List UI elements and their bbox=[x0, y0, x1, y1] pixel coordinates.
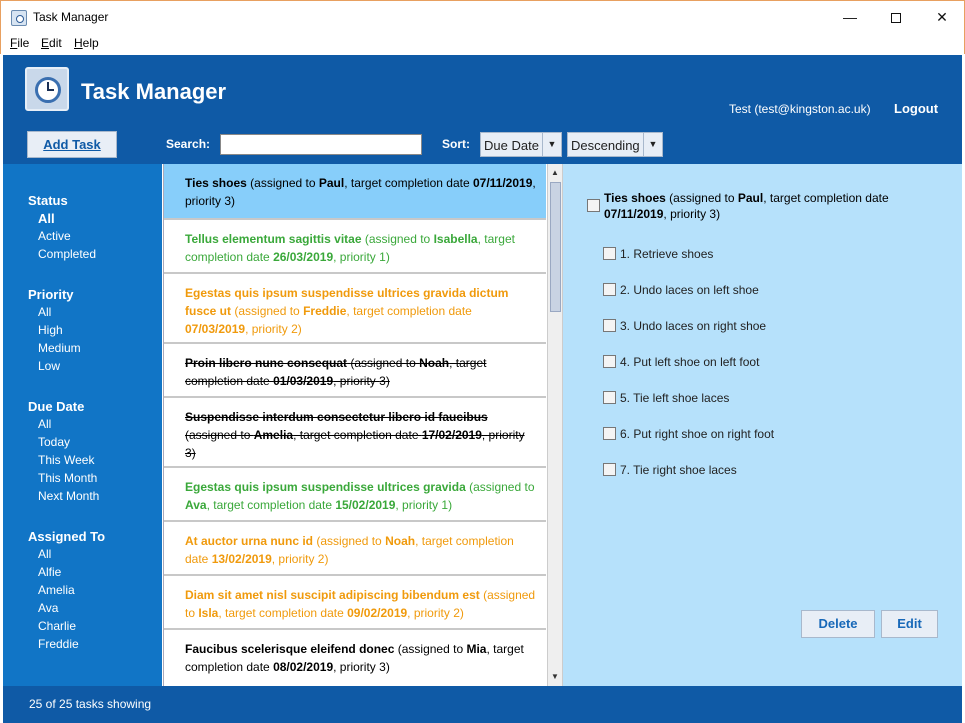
subtask-label: 4. Put left shoe on left foot bbox=[620, 355, 760, 369]
close-button[interactable]: ✕ bbox=[919, 1, 965, 33]
scroll-thumb[interactable] bbox=[550, 182, 561, 312]
subtask-checkbox[interactable] bbox=[603, 463, 616, 476]
chevron-down-icon: ▼ bbox=[643, 133, 662, 156]
sort-label: Sort: bbox=[442, 137, 470, 151]
app-title: Task Manager bbox=[81, 79, 227, 104]
menu-help[interactable]: Help bbox=[74, 36, 99, 50]
filter-due-today[interactable]: Today bbox=[28, 435, 99, 453]
filter-heading: Priority bbox=[28, 287, 74, 302]
app-icon bbox=[11, 10, 27, 26]
scroll-up-icon[interactable]: ▲ bbox=[548, 166, 562, 180]
filter-assignee-freddie[interactable]: Freddie bbox=[28, 637, 105, 655]
scroll-down-icon[interactable]: ▼ bbox=[548, 670, 562, 684]
window-titlebar: Task Manager — ✕ bbox=[0, 0, 965, 32]
edit-button[interactable]: Edit bbox=[881, 610, 938, 638]
task-item[interactable]: Egestas quis ipsum suspendisse ultrices … bbox=[164, 468, 546, 522]
task-item[interactable]: At auctor urna nunc id (assigned to Noah… bbox=[164, 522, 546, 576]
sort-order-select[interactable]: Descending ▼ bbox=[567, 132, 663, 157]
subtask-label: 1. Retrieve shoes bbox=[620, 247, 714, 261]
filter-status: Status All Active Completed bbox=[28, 193, 96, 265]
subtask-label: 3. Undo laces on right shoe bbox=[620, 319, 767, 333]
task-list-scrollbar[interactable]: ▲ ▼ bbox=[547, 164, 563, 686]
subtask-checkbox[interactable] bbox=[603, 391, 616, 404]
subtask-checkbox[interactable] bbox=[603, 355, 616, 368]
filter-priority-all[interactable]: All bbox=[28, 305, 81, 323]
subtask-label: 7. Tie right shoe laces bbox=[620, 463, 737, 477]
subtask-label: 6. Put right shoe on right foot bbox=[620, 427, 775, 441]
task-item[interactable]: Egestas quis ipsum suspendisse ultrices … bbox=[164, 274, 546, 344]
status-bar: 25 of 25 tasks showing bbox=[3, 686, 962, 723]
task-item[interactable]: Proin libero nunc consequat (assigned to… bbox=[164, 344, 546, 398]
sort-field-select[interactable]: Due Date ▼ bbox=[480, 132, 562, 157]
filter-assignee-charlie[interactable]: Charlie bbox=[28, 619, 105, 637]
filter-due-next-month[interactable]: Next Month bbox=[28, 489, 99, 507]
menu-file[interactable]: File bbox=[10, 36, 29, 50]
filter-due-this-month[interactable]: This Month bbox=[28, 471, 99, 489]
filter-heading: Status bbox=[28, 193, 68, 208]
menu-bar: File Edit Help bbox=[0, 32, 965, 54]
sort-order-value: Descending bbox=[571, 138, 640, 153]
maximize-button[interactable] bbox=[873, 1, 919, 33]
search-label: Search: bbox=[166, 137, 211, 151]
task-complete-checkbox[interactable] bbox=[587, 199, 600, 212]
app-header: Task Manager Test (test@kingston.ac.uk) … bbox=[3, 55, 962, 164]
user-label: Test (test@kingston.ac.uk) bbox=[729, 102, 871, 116]
minimize-button[interactable]: — bbox=[827, 1, 873, 33]
filter-due-all[interactable]: All bbox=[28, 417, 99, 435]
filter-priority-high[interactable]: High bbox=[28, 323, 81, 341]
filter-heading: Due Date bbox=[28, 399, 85, 414]
chevron-down-icon: ▼ bbox=[542, 133, 561, 156]
subtask-checkbox[interactable] bbox=[603, 247, 616, 260]
filter-assignee-alfie[interactable]: Alfie bbox=[28, 565, 105, 583]
subtask-label: 5. Tie left shoe laces bbox=[620, 391, 730, 405]
subtask-checkbox[interactable] bbox=[603, 427, 616, 440]
detail-task-title: Ties shoes (assigned to Paul, target com… bbox=[604, 191, 889, 221]
delete-button[interactable]: Delete bbox=[801, 610, 875, 638]
filter-assignee-amelia[interactable]: Amelia bbox=[28, 583, 105, 601]
task-item[interactable]: Tellus elementum sagittis vitae (assigne… bbox=[164, 220, 546, 274]
menu-edit[interactable]: Edit bbox=[41, 36, 62, 50]
task-list: Ties shoes (assigned to Paul, target com… bbox=[163, 164, 547, 686]
filter-status-completed[interactable]: Completed bbox=[28, 247, 96, 265]
filter-priority-low[interactable]: Low bbox=[28, 359, 81, 377]
filter-status-active[interactable]: Active bbox=[28, 229, 96, 247]
subtask-checkbox[interactable] bbox=[603, 283, 616, 296]
window-title: Task Manager bbox=[33, 10, 109, 24]
task-item[interactable]: Ties shoes (assigned to Paul, target com… bbox=[164, 164, 546, 220]
task-count-label: 25 of 25 tasks showing bbox=[29, 697, 152, 711]
filter-due-date: Due Date All Today This Week This Month … bbox=[28, 399, 99, 507]
filter-heading: Assigned To bbox=[28, 529, 106, 544]
clock-logo-icon bbox=[25, 67, 69, 111]
subtask-checkbox[interactable] bbox=[603, 319, 616, 332]
search-input[interactable] bbox=[220, 134, 422, 155]
task-item[interactable]: Diam sit amet nisl suscipit adipiscing b… bbox=[164, 576, 546, 630]
task-item[interactable]: Faucibus scelerisque eleifend donec (ass… bbox=[164, 630, 546, 686]
sort-field-value: Due Date bbox=[484, 138, 539, 153]
filter-sidebar: Status All Active Completed Priority All… bbox=[3, 164, 162, 686]
filter-priority-medium[interactable]: Medium bbox=[28, 341, 81, 359]
subtask-label: 2. Undo laces on left shoe bbox=[620, 283, 759, 297]
logout-link[interactable]: Logout bbox=[894, 101, 938, 116]
add-task-button[interactable]: Add Task bbox=[27, 131, 117, 158]
maximize-icon bbox=[891, 13, 901, 24]
task-detail-panel: Ties shoes (assigned to Paul, target com… bbox=[563, 164, 962, 686]
filter-assignee-ava[interactable]: Ava bbox=[28, 601, 105, 619]
filter-status-all[interactable]: All bbox=[28, 211, 96, 229]
task-item[interactable]: Suspendisse interdum consectetur libero … bbox=[164, 398, 546, 468]
filter-assignee-all[interactable]: All bbox=[28, 547, 105, 565]
filter-assigned-to: Assigned To All Alfie Amelia Ava Charlie… bbox=[28, 529, 105, 655]
filter-priority: Priority All High Medium Low bbox=[28, 287, 81, 377]
filter-due-this-week[interactable]: This Week bbox=[28, 453, 99, 471]
